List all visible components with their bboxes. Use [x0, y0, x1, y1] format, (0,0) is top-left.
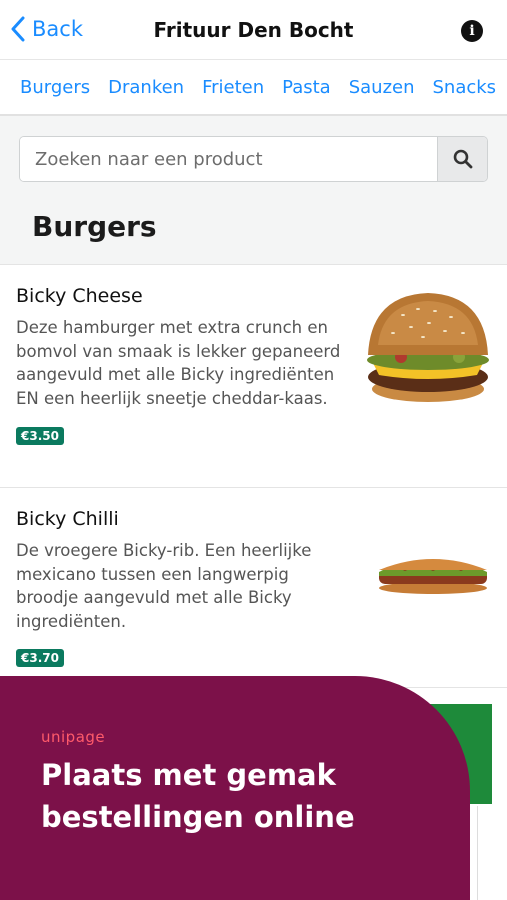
search-icon — [453, 149, 472, 169]
search-input[interactable] — [20, 137, 437, 181]
back-label: Back — [32, 17, 83, 41]
promo-banner[interactable]: unipage Plaats met gemak bestellingen on… — [0, 676, 470, 900]
tab-sauzen[interactable]: Sauzen — [349, 77, 415, 98]
top-bar: Back Frituur Den Bocht i — [0, 0, 507, 60]
product-description: De vroegere Bicky-rib. Een heerlijke mex… — [16, 541, 312, 631]
promo-line-2: bestellingen online — [41, 800, 355, 834]
product-description: Deze hamburger met extra crunch en bomvo… — [16, 318, 341, 408]
side-card — [477, 806, 507, 900]
brand-logo: unipage — [41, 728, 106, 746]
tab-pasta[interactable]: Pasta — [282, 77, 331, 98]
promo-text: Plaats met gemak bestellingen online — [41, 754, 470, 838]
product-name: Bicky Chilli — [16, 508, 119, 530]
tab-dranken[interactable]: Dranken — [108, 77, 184, 98]
product-item[interactable]: Bicky Chilli De vroegere Bicky-rib. Een … — [0, 488, 507, 688]
tab-frieten[interactable]: Frieten — [202, 77, 264, 98]
chevron-left-icon — [11, 16, 25, 42]
category-tabs: Burgers Dranken Frieten Pasta Sauzen Sna… — [0, 60, 507, 116]
price-badge: €3.70 — [16, 649, 64, 667]
search-button[interactable] — [437, 137, 487, 181]
product-item[interactable]: Bicky Cheese Deze hamburger met extra cr… — [0, 265, 507, 488]
tab-snacks[interactable]: Snacks — [433, 77, 497, 98]
burger-image — [367, 293, 489, 402]
sandwich-image — [379, 559, 487, 594]
search-section: Burgers — [0, 116, 507, 265]
price-badge: €3.50 — [16, 427, 64, 445]
search-bar — [19, 136, 488, 182]
info-icon[interactable]: i — [461, 20, 483, 42]
back-button[interactable]: Back — [10, 16, 83, 42]
tab-burgers[interactable]: Burgers — [20, 77, 90, 98]
promo-line-1: Plaats met gemak — [41, 758, 336, 792]
section-title: Burgers — [32, 210, 157, 243]
